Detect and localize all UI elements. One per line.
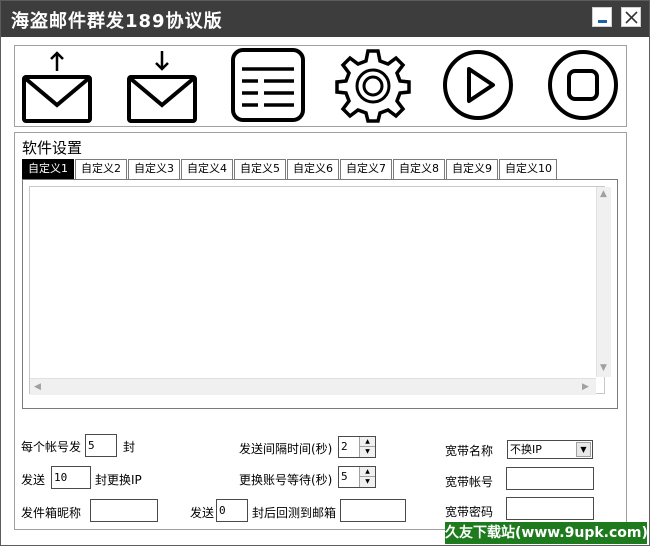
- toolbar: [14, 45, 627, 127]
- change-ip-count-input[interactable]: 10: [51, 466, 91, 489]
- scroll-down-icon[interactable]: ▼: [600, 363, 607, 373]
- spin-down-icon[interactable]: ▼: [360, 447, 375, 457]
- spin-up-icon[interactable]: ▲: [360, 467, 375, 477]
- test-send-count-input[interactable]: 0: [216, 499, 248, 522]
- stop-icon: [548, 50, 618, 120]
- test-email-label: 封后回测到邮箱: [252, 506, 337, 520]
- tab-content-pane: ▲ ▼ ◀ ▶: [22, 179, 618, 409]
- stop-button[interactable]: [545, 47, 621, 123]
- send-label: 发送: [21, 473, 46, 487]
- per-account-label: 每个帐号发: [21, 440, 82, 454]
- per-account-unit: 封: [123, 440, 136, 454]
- spin-down-icon[interactable]: ▼: [360, 477, 375, 487]
- switch-wait-label: 更换账号等待(秒): [239, 473, 333, 487]
- sender-nickname-label: 发件箱昵称: [21, 506, 82, 520]
- list-icon: [231, 48, 305, 122]
- tab-custom-5[interactable]: 自定义5: [234, 159, 286, 179]
- change-ip-label: 封更换IP: [95, 473, 142, 487]
- switch-wait-spinner[interactable]: 5 ▲ ▼: [338, 466, 376, 488]
- list-button[interactable]: [230, 47, 306, 123]
- settings-title: 软件设置: [22, 139, 83, 157]
- gear-icon: [335, 49, 411, 123]
- settings-panel: 软件设置 自定义1 自定义2 自定义3 自定义4 自定义5 自定义6 自定义7 …: [14, 132, 627, 530]
- tab-custom-4[interactable]: 自定义4: [181, 159, 233, 179]
- window-title: 海盗邮件群发189协议版: [11, 11, 223, 32]
- site-watermark: 久友下载站(www.9upk.com): [445, 522, 648, 544]
- horizontal-scrollbar[interactable]: ◀ ▶: [30, 378, 596, 395]
- main-window: 海盗邮件群发189协议版 软件设置 自定义1 自定义2 自定义3 自定义4 自定…: [0, 0, 650, 546]
- close-icon: [625, 11, 638, 24]
- test-send-label: 发送: [190, 506, 215, 520]
- tab-custom-1[interactable]: 自定义1: [22, 159, 74, 179]
- interval-value[interactable]: 2: [341, 440, 348, 453]
- minimize-icon: [598, 20, 607, 23]
- test-email-input[interactable]: [340, 499, 406, 522]
- broadband-password-input[interactable]: [506, 497, 594, 520]
- scroll-right-icon[interactable]: ▶: [582, 382, 589, 392]
- vertical-scrollbar[interactable]: ▲ ▼: [596, 187, 611, 377]
- interval-spinner[interactable]: 2 ▲ ▼: [338, 436, 376, 458]
- scroll-left-icon[interactable]: ◀: [34, 382, 41, 392]
- start-button[interactable]: [440, 47, 516, 123]
- tab-custom-7[interactable]: 自定义7: [340, 159, 392, 179]
- minimize-button[interactable]: [592, 7, 612, 27]
- tab-custom-9[interactable]: 自定义9: [446, 159, 498, 179]
- mail-upload-icon: [22, 51, 92, 123]
- tab-custom-10[interactable]: 自定义10: [499, 159, 557, 179]
- sender-nickname-input[interactable]: [90, 499, 158, 522]
- title-bar: 海盗邮件群发189协议版: [1, 1, 649, 37]
- scroll-up-icon[interactable]: ▲: [600, 189, 607, 199]
- export-mail-button[interactable]: [125, 47, 201, 123]
- broadband-password-label: 宽带密码: [445, 505, 494, 519]
- chevron-down-icon[interactable]: ▼: [576, 442, 591, 457]
- close-button[interactable]: [621, 7, 641, 27]
- play-icon: [443, 50, 513, 120]
- mail-download-icon: [127, 51, 197, 123]
- tab-custom-2[interactable]: 自定义2: [75, 159, 127, 179]
- broadband-account-input[interactable]: [506, 467, 594, 490]
- tab-custom-8[interactable]: 自定义8: [393, 159, 445, 179]
- switch-wait-value[interactable]: 5: [341, 470, 348, 483]
- content-editor[interactable]: [29, 186, 605, 394]
- broadband-name-select[interactable]: 不换IP ▼: [507, 440, 593, 459]
- broadband-name-value: 不换IP: [510, 443, 542, 456]
- spin-up-icon[interactable]: ▲: [360, 437, 375, 447]
- broadband-account-label: 宽带帐号: [445, 475, 494, 489]
- per-account-input[interactable]: 5: [85, 434, 117, 457]
- interval-label: 发送间隔时间(秒): [239, 442, 333, 456]
- tab-custom-6[interactable]: 自定义6: [287, 159, 339, 179]
- settings-button[interactable]: [335, 47, 411, 123]
- broadband-name-label: 宽带名称: [445, 444, 494, 458]
- tab-custom-3[interactable]: 自定义3: [128, 159, 180, 179]
- import-mail-button[interactable]: [20, 47, 96, 123]
